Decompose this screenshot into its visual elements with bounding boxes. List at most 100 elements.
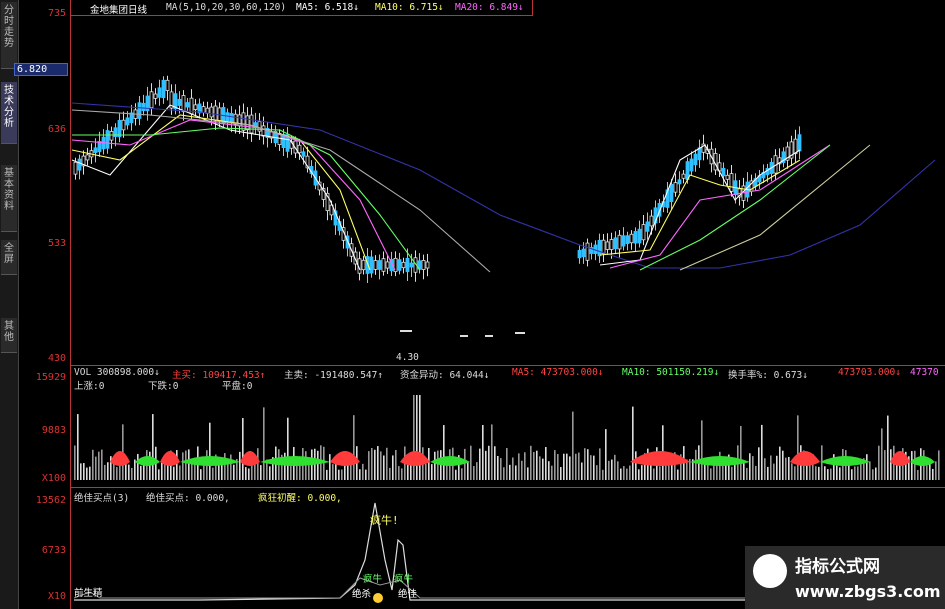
candle-body (649, 215, 654, 227)
candle-body (209, 106, 214, 118)
volume-bar (413, 395, 415, 480)
candle-body (725, 174, 730, 180)
low-price-annotation: 4.30 (396, 352, 419, 363)
volume-bar (809, 465, 811, 480)
candle-body (401, 261, 406, 269)
volume-bar (209, 422, 211, 480)
watermark-banner: 指标公式网 www.zbgs3.com (745, 546, 945, 609)
volume-bar (569, 456, 571, 480)
candle-body (609, 239, 614, 250)
volume-bar (764, 458, 766, 480)
volume-bar (776, 455, 778, 480)
volume-bar (482, 424, 484, 480)
candle-body (297, 144, 302, 154)
candle-body (425, 261, 430, 269)
candle-body (261, 125, 266, 137)
volume-bar (83, 463, 85, 480)
volume-bar (875, 467, 877, 480)
volume-bar (710, 468, 712, 480)
volume-bar (398, 466, 400, 480)
candle-body (177, 98, 182, 106)
volume-bar (512, 457, 514, 480)
candle-body (645, 221, 650, 232)
volume-bar (353, 415, 355, 480)
candle-body (149, 91, 154, 109)
volume-bar (530, 445, 532, 480)
volume-bar (473, 466, 475, 480)
candle-body (421, 260, 426, 270)
candle-body (117, 120, 122, 138)
volume-bar (650, 465, 652, 480)
volume-bar (653, 468, 655, 480)
candle-body (301, 151, 306, 157)
candle-body (613, 237, 618, 250)
candle-body (409, 262, 414, 268)
volume-bar (416, 395, 418, 480)
volume-bar (191, 463, 193, 480)
volume-bar (362, 463, 364, 480)
volume-bar (857, 466, 859, 480)
volume-bar (563, 453, 565, 480)
volume-bar (590, 455, 592, 480)
volume-bar (428, 447, 430, 480)
volume-bar (935, 461, 937, 480)
volume-bar (731, 466, 733, 480)
volume-bar (437, 450, 439, 480)
volume-bar (575, 453, 577, 480)
candle-body (641, 224, 646, 241)
volume-bar (227, 463, 229, 480)
volume-bar (98, 451, 100, 480)
candle-body (141, 102, 146, 112)
volume-bar (917, 469, 919, 480)
volume-bar (746, 467, 748, 480)
volume-bar (839, 467, 841, 480)
volume-bar (299, 464, 301, 480)
volume-bar (740, 425, 742, 480)
volume-bar (524, 452, 526, 480)
candle-body (793, 138, 798, 155)
candle-body (637, 228, 642, 244)
volume-bar (836, 465, 838, 480)
volume-bar (374, 449, 376, 480)
volume-bar (545, 447, 547, 480)
volume-bar (620, 468, 622, 480)
volume-bar (212, 467, 214, 480)
candle-body (633, 231, 638, 244)
volume-bar (785, 457, 787, 480)
volume-bar (230, 454, 232, 480)
volume-bar (827, 469, 829, 480)
candle-body (97, 141, 102, 153)
candle-body (381, 258, 386, 272)
volume-bar (479, 448, 481, 480)
volume-bar (485, 450, 487, 480)
volume-bar (551, 465, 553, 480)
volume-bar (326, 469, 328, 480)
volume-bar (386, 447, 388, 480)
candle-body (369, 256, 374, 274)
volume-bar (488, 445, 490, 480)
volume-bar (554, 450, 556, 480)
volume-bar (104, 464, 106, 480)
volume-bar (74, 445, 76, 480)
candle-body (689, 158, 694, 172)
volume-bar (509, 464, 511, 480)
candle-body (669, 183, 674, 203)
volume-bar (914, 450, 916, 480)
volume-bar (164, 462, 166, 480)
volume-bar (359, 469, 361, 480)
candle-body (229, 112, 234, 124)
volume-bar (824, 466, 826, 480)
volume-bar (338, 469, 340, 480)
volume-bar (200, 469, 202, 480)
candle-body (385, 261, 390, 269)
volume-bar (596, 465, 598, 480)
volume-bar (401, 468, 403, 480)
volume-bar (80, 463, 82, 480)
candle-body (249, 114, 254, 134)
volume-bar (287, 417, 289, 480)
volume-bar (581, 462, 583, 480)
volume-bar (716, 463, 718, 480)
candle-body (697, 147, 702, 161)
volume-bar (884, 450, 886, 480)
volume-bar (434, 451, 436, 480)
